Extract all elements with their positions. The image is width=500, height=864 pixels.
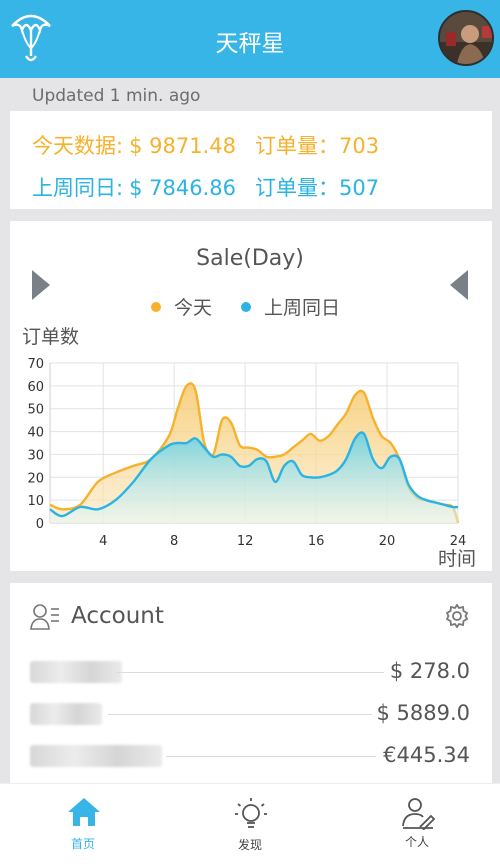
x-tick-label: 12 [237,534,254,549]
y-tick-label: 40 [27,426,44,441]
y-tick-label: 50 [27,403,44,418]
account-name-blurred [30,745,162,767]
today-amount: $ 9871.48 [129,134,236,158]
account-value: €445.34 [383,743,470,767]
tab-home[interactable]: 首页 [0,784,166,864]
y-tick-label: 10 [27,494,44,509]
today-summary-row: 今天数据: $ 9871.48 订单量：703 [32,130,379,160]
legend-today-label[interactable]: 今天 [174,297,212,319]
user-edit-icon [402,798,435,830]
tab-discover-label: 发现 [237,838,262,852]
row-divider [116,672,384,673]
tab-profile-label: 个人 [404,835,429,849]
x-tick-label: 8 [170,534,178,549]
y-axis-ticks: 0 10 20 30 40 50 60 70 [27,357,44,532]
row-divider [108,714,372,715]
account-row[interactable]: €445.34 [30,743,470,769]
last-week-summary-row: 上周同日: $ 7846.86 订单量：507 [32,172,379,202]
bottom-tab-bar: 首页 发现 个人 [0,783,500,864]
tab-home-label: 首页 [70,837,95,851]
lightbulb-icon [235,798,267,828]
app-header: 天秤星 [0,0,500,78]
chart-legend: 今天 上周同日 [151,297,340,319]
y-tick-label: 60 [27,380,44,395]
y-axis-title: 订单数 [22,326,79,348]
legend-last-week-marker [241,302,251,312]
last-week-label: 上周同日: [32,176,124,200]
summary-card: 今天数据: $ 9871.48 订单量：703 上周同日: $ 7846.86 订单… [10,111,492,209]
legend-last-week-label[interactable]: 上周同日 [264,297,340,319]
x-tick-label: 16 [308,534,325,549]
account-row[interactable]: $ 5889.0 [30,701,470,727]
account-value: $ 5889.0 [376,701,470,725]
x-tick-label: 20 [379,534,396,549]
account-value: $ 278.0 [389,659,470,683]
account-user-icon [30,604,59,630]
last-week-amount: $ 7846.86 [129,176,236,200]
y-tick-label: 20 [27,471,44,486]
sales-chart-card: Sale(Day) 今天 上周同日 订单数 时间 0 10 20 30 40 50 60 70… [10,221,492,571]
account-card: Account $ 278.0 $ 5889.0 €445.34 [10,583,492,783]
updated-status: Updated 1 min. ago [32,86,201,106]
tab-discover[interactable]: 发现 [167,784,333,864]
page-title: 天秤星 [215,31,285,57]
x-axis-title: 时间 [438,548,476,570]
today-orders: 订单量：703 [255,134,380,158]
x-tick-label: 4 [99,534,107,549]
user-avatar[interactable] [438,10,494,66]
y-tick-label: 30 [27,448,44,463]
y-tick-label: 70 [27,357,44,372]
account-title: Account [71,603,164,629]
next-day-arrow-icon[interactable] [450,270,468,300]
chart-title: Sale(Day) [196,246,304,271]
account-name-blurred [30,661,122,683]
gear-icon[interactable] [444,603,470,629]
x-tick-label: 24 [450,534,467,549]
y-tick-label: 0 [36,517,44,532]
sales-chart: Sale(Day) 今天 上周同日 订单数 时间 0 10 20 30 40 50 60 70… [22,246,476,570]
today-label: 今天数据: [32,134,124,158]
account-name-blurred [30,703,102,725]
chart-series [49,382,460,524]
prev-day-arrow-icon[interactable] [32,270,50,300]
row-divider [166,756,376,757]
tab-profile[interactable]: 个人 [334,784,500,864]
last-week-orders: 订单量：507 [255,176,380,200]
x-axis-ticks: 4 8 12 16 20 24 [99,534,466,549]
account-row[interactable]: $ 278.0 [30,659,470,685]
legend-today-marker [151,302,161,312]
home-icon [68,798,100,826]
